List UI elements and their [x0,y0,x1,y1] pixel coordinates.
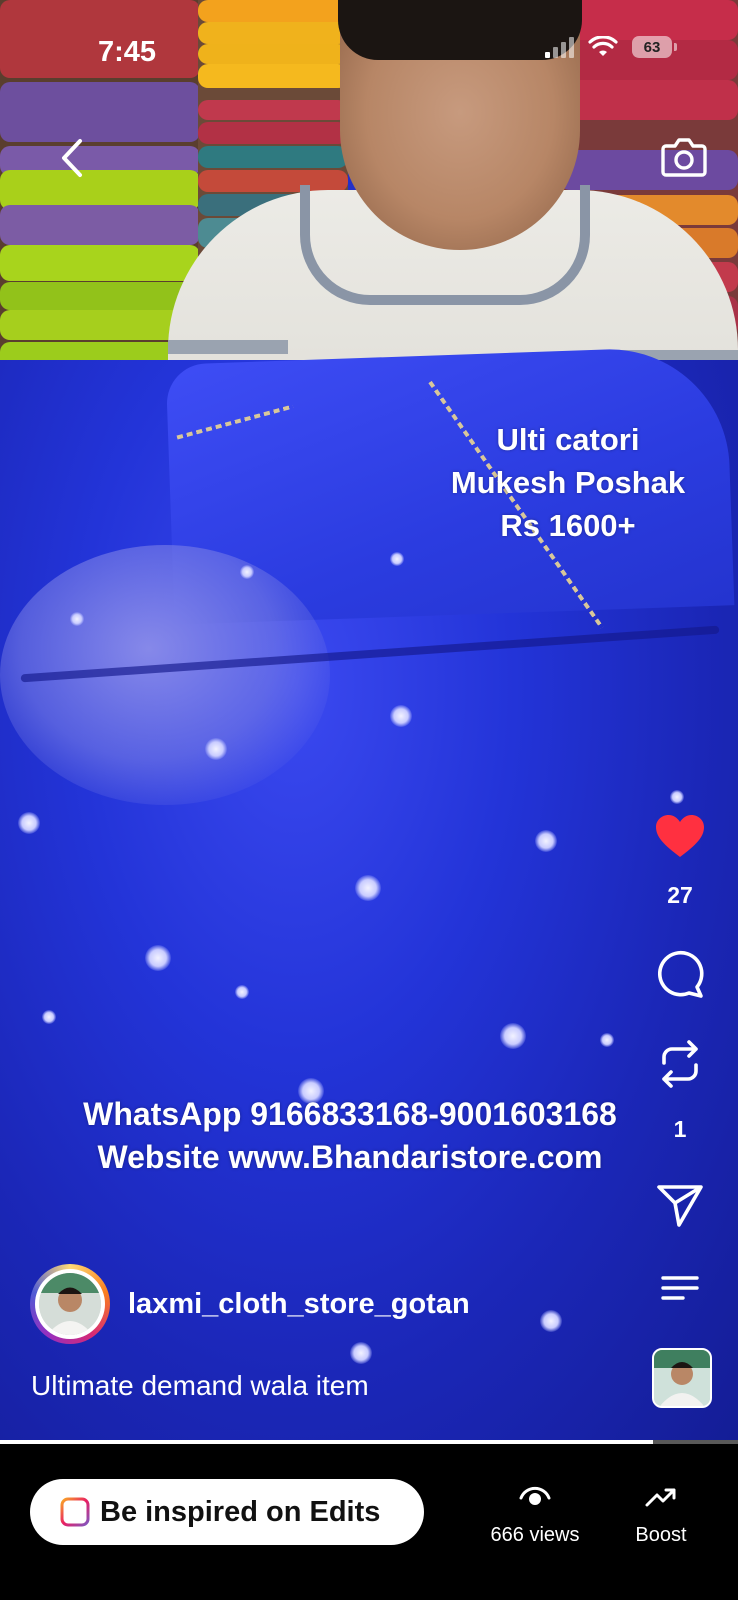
whatsapp-line: WhatsApp 9166833168-9001603168 [83,1096,617,1132]
boost-button[interactable]: Boost [596,1482,726,1547]
product-overlay-text: Ulti catori Mukesh Poshak Rs 1600+ [418,418,718,547]
views-stat[interactable]: 666 views [470,1482,600,1547]
share-icon [657,1185,703,1227]
comment-button[interactable] [654,948,706,1000]
fabric-motif [355,875,381,901]
views-count: 666 views [490,1524,580,1546]
reel-caption[interactable]: Ultimate demand wala item [31,1370,369,1402]
avatar-image [39,1273,101,1335]
boost-label: Boost [635,1524,687,1546]
edits-button[interactable]: Be inspired on Edits [30,1479,424,1545]
bottom-bar: Be inspired on Edits 666 views Boost [0,1444,738,1600]
back-button[interactable] [52,135,92,181]
reel-video[interactable]: Ulti catori Mukesh Poshak Rs 1600+ Whats… [0,0,738,1440]
camera-icon [661,138,707,177]
more-icon [661,1276,699,1300]
like-count[interactable]: 27 [640,882,720,909]
reels-screen: Ulti catori Mukesh Poshak Rs 1600+ Whats… [0,0,738,1600]
status-icons: 63 [545,36,677,58]
audio-thumb-image [654,1350,710,1406]
signal-icon [545,36,574,58]
fabric-motif [235,985,249,999]
like-button[interactable] [654,810,706,862]
edits-icon [60,1497,90,1527]
product-name-line: Ulti catori [496,422,640,457]
fabric-motif [350,1342,372,1364]
camera-button[interactable] [660,134,708,178]
website-line: Website www.Bhandaristore.com [97,1139,603,1175]
product-type-line: Mukesh Poshak [450,465,686,500]
fabric-motif [390,552,404,566]
fabric-motif [500,1023,526,1049]
share-button[interactable] [654,1180,706,1232]
back-icon [62,139,82,177]
wifi-icon [588,36,618,56]
fabric-motif [18,812,40,834]
product-price-line: Rs 1600+ [500,508,636,543]
fabric-motif [42,1010,56,1024]
contact-overlay-text: WhatsApp 9166833168-9001603168 Website w… [20,1093,680,1179]
audio-thumbnail[interactable] [652,1348,712,1408]
edits-button-label: Be inspired on Edits [100,1495,381,1528]
fabric-motif [145,945,171,971]
fabric-motif [70,612,84,626]
more-button[interactable] [654,1262,706,1314]
fabric-motif [670,790,684,804]
fabric-motif [390,705,412,727]
comment-icon [657,950,704,998]
views-icon [519,1486,551,1505]
fabric-motif [535,830,557,852]
repost-button[interactable] [654,1038,706,1090]
status-time: 7:45 [98,36,157,68]
repost-icon [662,1040,698,1088]
heart-icon [656,815,704,857]
fabric-motif [240,565,254,579]
boost-icon [645,1488,676,1507]
author-avatar[interactable] [30,1264,110,1344]
fabric-motif [205,738,227,760]
author-username[interactable]: laxmi_cloth_store_gotan [128,1288,470,1321]
repost-count[interactable]: 1 [640,1116,720,1143]
battery-level: 63 [643,38,661,56]
fabric-motif [540,1310,562,1332]
battery-icon: 63 [632,36,677,58]
fabric-motif [600,1033,614,1047]
